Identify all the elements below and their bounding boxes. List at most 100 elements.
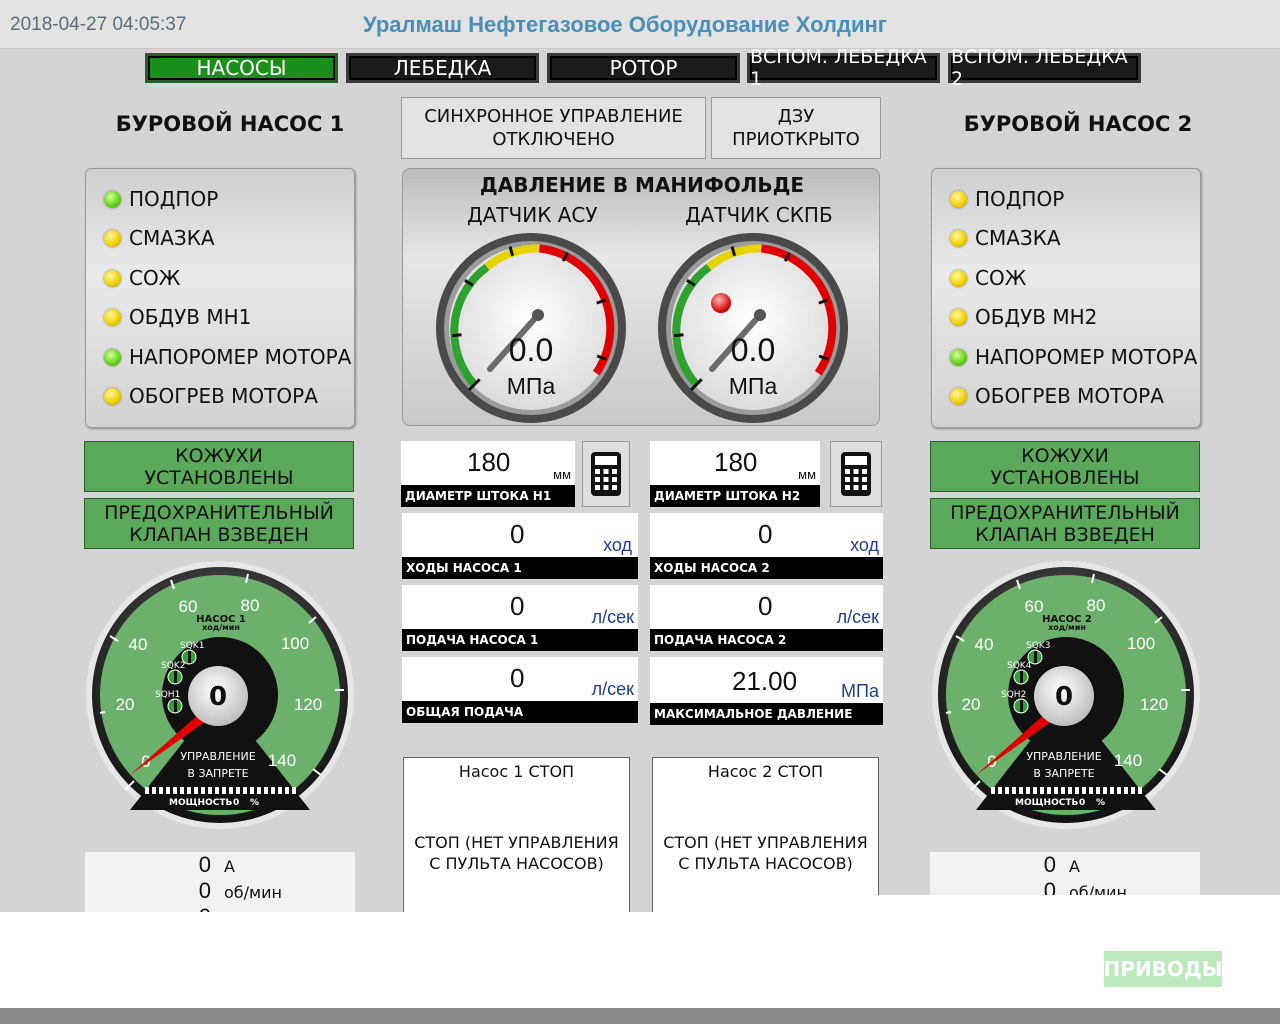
- pump1-stroke-gauge: 0 20 40 60 80 100 120 140 НАСОС 1 ход/ми…: [86, 561, 354, 829]
- stop-text: СТОП (НЕТ УПРАВЛЕНИЯ С ПУЛЬТА НАСОСОВ): [663, 833, 868, 873]
- led-yellow-icon: [950, 190, 967, 208]
- gauge-unit: ход/мин: [202, 623, 240, 632]
- field-unit: МПа: [841, 681, 879, 701]
- asu-pressure-value: 0.0: [509, 332, 553, 368]
- gauge-tick-label: 60: [179, 597, 198, 616]
- led-yellow-icon: [104, 387, 121, 405]
- pump2-valve-status: ПРЕДОХРАНИТЕЛЬНЫЙ КЛАПАН ВЗВЕДЕН: [930, 498, 1200, 549]
- field-value: 21.00: [732, 666, 798, 696]
- sensor-label: SQH2: [1001, 690, 1026, 700]
- stop-title: Насос 2 СТОП: [707, 762, 824, 781]
- control-state: В ЗАПРЕТЕ: [1033, 767, 1094, 780]
- gauge-tick-label: 80: [241, 596, 260, 615]
- field-caption: ДИАМЕТР ШТОКА Н2: [650, 485, 820, 507]
- power-value: 0: [1079, 798, 1085, 808]
- field-caption: ХОДЫ НАСОСА 2: [650, 557, 883, 579]
- skpb-pressure-unit: МПа: [729, 373, 778, 399]
- rpm-unit: об/мин: [224, 883, 282, 902]
- datetime: 2018-04-27 04:05:37: [10, 14, 187, 35]
- tab-aux-winch-2[interactable]: ВСПОМ. ЛЕБЕДКА 2: [948, 46, 1141, 90]
- status-label: ОБДУВ МН1: [129, 305, 252, 329]
- status-label: ОБОГРЕВ МОТОРА: [129, 384, 318, 408]
- field-value: 0: [758, 591, 773, 621]
- power-value: 0: [233, 798, 239, 808]
- tab-drawworks[interactable]: ЛЕБЕДКА: [346, 53, 539, 83]
- tab-pumps[interactable]: НАСОСЫ: [145, 53, 338, 83]
- calculator-icon: [841, 452, 871, 496]
- gauge-tick-label: 120: [1140, 695, 1168, 714]
- sensor-label: SQH1: [155, 690, 180, 700]
- rpm-value: 0: [198, 878, 211, 903]
- max-pressure-field[interactable]: 21.00 МПа МАКСИМАЛЬНОЕ ДАВЛЕНИЕ: [650, 657, 883, 725]
- alarm-indicator-icon: [711, 293, 731, 313]
- pump1-valve-status: ПРЕДОХРАНИТЕЛЬНЫЙ КЛАПАН ВЗВЕДЕН: [84, 498, 354, 549]
- gauge-tick-label: 20: [116, 695, 135, 714]
- field-caption: МАКСИМАЛЬНОЕ ДАВЛЕНИЕ: [650, 703, 883, 725]
- sensor-skpb-label: ДАТЧИК СКПБ: [685, 203, 833, 227]
- led-yellow-icon: [104, 308, 121, 326]
- flow-pump-1-field: 0 л/сек ПОДАЧА НАСОСА 1: [402, 585, 638, 651]
- tab-aux-winch-1[interactable]: ВСПОМ. ЛЕБЕДКА 1: [747, 46, 940, 90]
- field-unit: л/сек: [836, 607, 879, 627]
- field-caption: ОБЩАЯ ПОДАЧА: [402, 701, 638, 723]
- rod-diameter-2-field[interactable]: 180 мм ДИАМЕТР ШТОКА Н2: [650, 441, 820, 507]
- field-value: 0: [758, 519, 773, 549]
- status-label: ОБОГРЕВ МОТОРА: [975, 384, 1164, 408]
- rod-diameter-1-field[interactable]: 180 мм ДИАМЕТР ШТОКА Н1: [401, 441, 575, 507]
- led-yellow-icon: [104, 229, 121, 247]
- status-row: ПОДПОР: [950, 184, 1064, 214]
- gauge-tick-label: 20: [962, 695, 981, 714]
- control-label: УПРАВЛЕНИЕ: [1026, 750, 1101, 763]
- status-label: ПОДПОР: [975, 187, 1065, 211]
- sensor-asu-label: ДАТЧИК АСУ: [467, 203, 598, 227]
- pump1-stop-box: Насос 1 СТОП СТОП (НЕТ УПРАВЛЕНИЯ С ПУЛЬ…: [403, 757, 630, 927]
- bottom-mask: [736, 895, 1280, 912]
- status-row: СОЖ: [950, 263, 1026, 293]
- status-label: СМАЗКА: [129, 226, 215, 250]
- led-yellow-icon: [950, 308, 967, 326]
- bottom-mask: [0, 912, 1104, 1008]
- control-label: УПРАВЛЕНИЕ: [180, 750, 255, 763]
- gauge-unit: ход/мин: [1048, 623, 1086, 632]
- field-value: 0: [510, 519, 525, 549]
- field-value: 0: [510, 591, 525, 621]
- led-yellow-icon: [950, 229, 967, 247]
- status-row: ПОДПОР: [104, 184, 218, 214]
- status-label: НАПОРОМЕР МОТОРА: [975, 345, 1198, 369]
- power-label: МОЩНОСТЬ: [169, 798, 232, 808]
- status-row: СОЖ: [104, 263, 180, 293]
- gauge-value: 0: [209, 682, 227, 712]
- field-caption: ДИАМЕТР ШТОКА Н1: [401, 485, 575, 507]
- gauge-tick-label: 140: [1114, 751, 1142, 770]
- pump2-title: БУРОВОЙ НАСОС 2: [963, 112, 1193, 136]
- calculator-button-2[interactable]: [830, 441, 882, 507]
- field-unit: мм: [553, 467, 571, 482]
- pump2-status-panel: ПОДПОР СМАЗКА СОЖ ОБДУВ МН2 НАПОРОМЕР МО…: [931, 168, 1201, 428]
- control-state: В ЗАПРЕТЕ: [187, 767, 248, 780]
- pump2-stroke-gauge: 0 20 40 60 80 100 120 140 НАСОС 2 ход/ми…: [932, 561, 1200, 829]
- field-value: 180: [714, 447, 758, 477]
- status-label: СОЖ: [975, 266, 1027, 290]
- sync-control-status: СИНХРОННОЕ УПРАВЛЕНИЕ ОТКЛЮЧЕНО: [401, 97, 706, 159]
- tab-rotor[interactable]: РОТОР: [547, 53, 740, 83]
- status-label: СМАЗКА: [975, 226, 1061, 250]
- pump1-covers-status: КОЖУХИ УСТАНОВЛЕНЫ: [84, 441, 354, 492]
- stop-title: Насос 1 СТОП: [458, 762, 575, 781]
- current-unit: А: [224, 857, 235, 876]
- strokes-pump-1-field: 0 ход ХОДЫ НАСОСА 1: [402, 513, 638, 579]
- pressure-gauge-asu: 0.0 МПа: [436, 233, 626, 423]
- dzu-status: ДЗУ ПРИОТКРЫТО: [711, 97, 881, 159]
- gauge-tick-label: 60: [1025, 597, 1044, 616]
- status-row: НАПОРОМЕР МОТОРА: [950, 342, 1197, 372]
- gauge-tick-label: 40: [975, 635, 994, 654]
- sensor-label: SQK2: [161, 661, 185, 671]
- drives-button[interactable]: ПРИВОДЫ: [1104, 951, 1222, 987]
- gauge-tick-label: 40: [129, 635, 148, 654]
- gauge-tick-label: 100: [1127, 634, 1155, 653]
- asu-pressure-unit: МПа: [507, 373, 556, 399]
- total-flow-field: 0 л/сек ОБЩАЯ ПОДАЧА: [402, 657, 638, 723]
- current-unit: А: [1069, 857, 1080, 876]
- led-green-icon: [104, 190, 121, 208]
- flow-pump-2-field: 0 л/сек ПОДАЧА НАСОСА 2: [650, 585, 883, 651]
- calculator-button-1[interactable]: [582, 441, 630, 507]
